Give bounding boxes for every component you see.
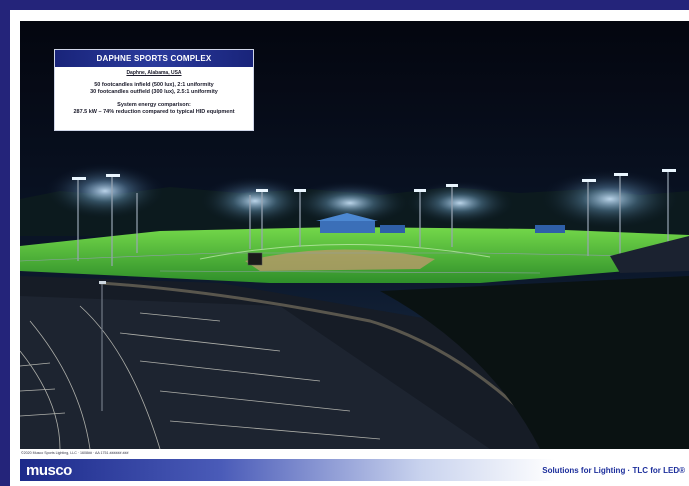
info-box-title: DAPHNE SPORTS COMPLEX [55,50,253,67]
info-box-location: Daphne, Alabama, USA [126,70,182,76]
musco-logo: musco [26,462,72,479]
document-page: DAPHNE SPORTS COMPLEX Daphne, Alabama, U… [10,10,689,486]
infield-spec: 50 footcandles infield (500 lux), 2:1 un… [94,82,214,88]
stadium-photo: DAPHNE SPORTS COMPLEX Daphne, Alabama, U… [20,21,689,449]
footer-bar: musco Solutions for Lighting · TLC for L… [20,459,689,481]
copyright-text: ©2020 Musco Sports Lighting, LLC · 1608#… [21,451,129,455]
tagline: Solutions for Lighting · TLC for LED® [542,466,685,475]
logo-text: musco [26,462,72,479]
outfield-spec: 30 footcandles outfield (300 lux), 2.5:1… [90,89,218,95]
energy-comparison-heading: System energy comparison: [117,102,191,108]
energy-comparison-value: 287.5 kW – 74% reduction compared to typ… [73,109,235,115]
project-info-box: DAPHNE SPORTS COMPLEX Daphne, Alabama, U… [54,49,254,131]
